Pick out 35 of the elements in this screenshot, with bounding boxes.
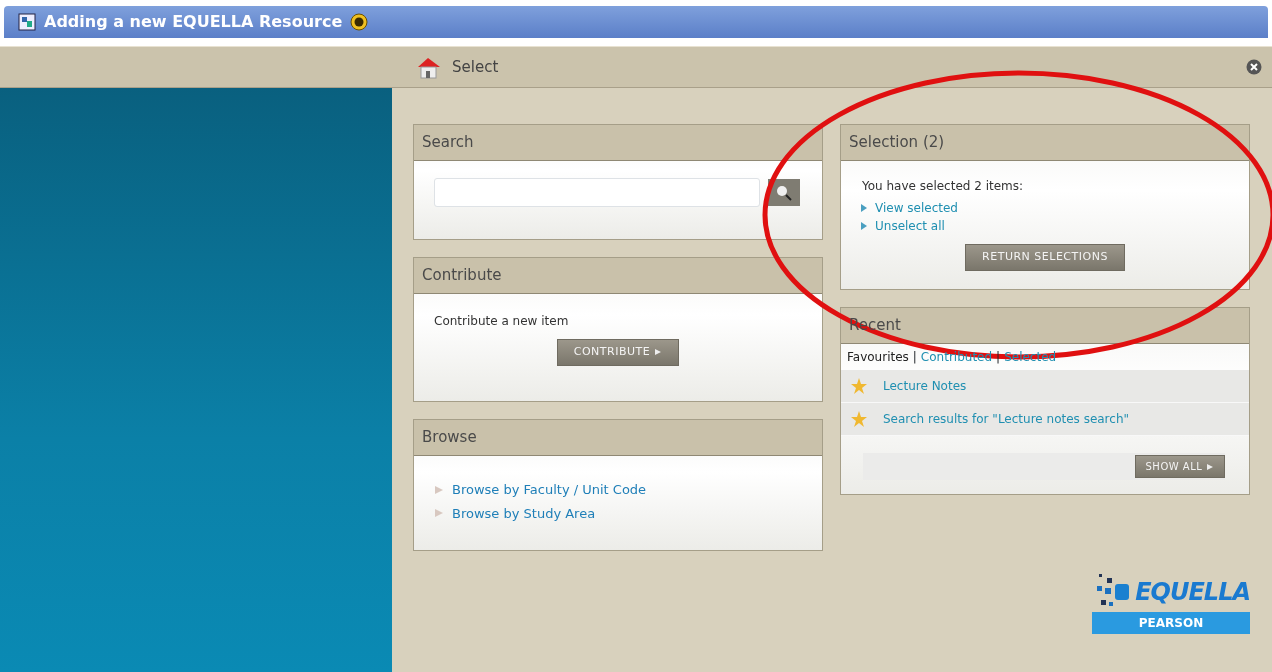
recent-link[interactable]: Lecture Notes <box>883 377 967 395</box>
arrow-icon <box>434 508 444 519</box>
separator: | <box>912 349 917 366</box>
panel-heading: Browse <box>414 420 822 456</box>
recent-tab[interactable]: Contributed <box>920 348 993 366</box>
help-icon[interactable] <box>350 13 369 31</box>
contribute-text: Contribute a new item <box>433 313 570 330</box>
return-selections-button[interactable]: RETURN SELECTIONS <box>965 244 1125 271</box>
panel-heading: Contribute <box>414 258 822 294</box>
browse-link[interactable]: Browse by Study Area <box>452 503 596 523</box>
toolbar-title: Select <box>452 56 499 78</box>
arrow-icon <box>654 348 663 356</box>
panel-heading: Selection (2) <box>841 125 1249 161</box>
contribute-button[interactable]: CONTRIBUTE <box>556 339 680 366</box>
app-icon <box>18 13 36 31</box>
selection-link[interactable]: View selected <box>875 199 958 217</box>
logo-subtitle: PEARSON <box>1092 612 1250 634</box>
arrow-icon <box>434 484 444 495</box>
logo-text: EQUELLA <box>1135 577 1250 608</box>
panel-heading: Search <box>414 125 822 161</box>
selection-text: You have selected 2 items: <box>861 178 1025 195</box>
show-all-button[interactable]: SHOW ALL <box>1134 455 1225 478</box>
window-title: Adding a new EQUELLA Resource <box>44 11 343 33</box>
close-icon[interactable] <box>1246 59 1262 75</box>
search-field[interactable] <box>434 178 760 207</box>
star-icon <box>851 378 867 394</box>
search-icon <box>775 184 793 202</box>
browse-link[interactable]: Browse by Faculty / Unit Code <box>452 480 647 500</box>
selection-link[interactable]: Unselect all <box>875 217 945 235</box>
arrow-icon <box>861 222 867 230</box>
arrow-icon <box>1206 463 1214 471</box>
arrow-icon <box>861 204 867 212</box>
star-icon <box>851 411 867 427</box>
separator: | <box>996 349 1001 366</box>
recent-tab[interactable]: Favourites <box>847 348 909 366</box>
